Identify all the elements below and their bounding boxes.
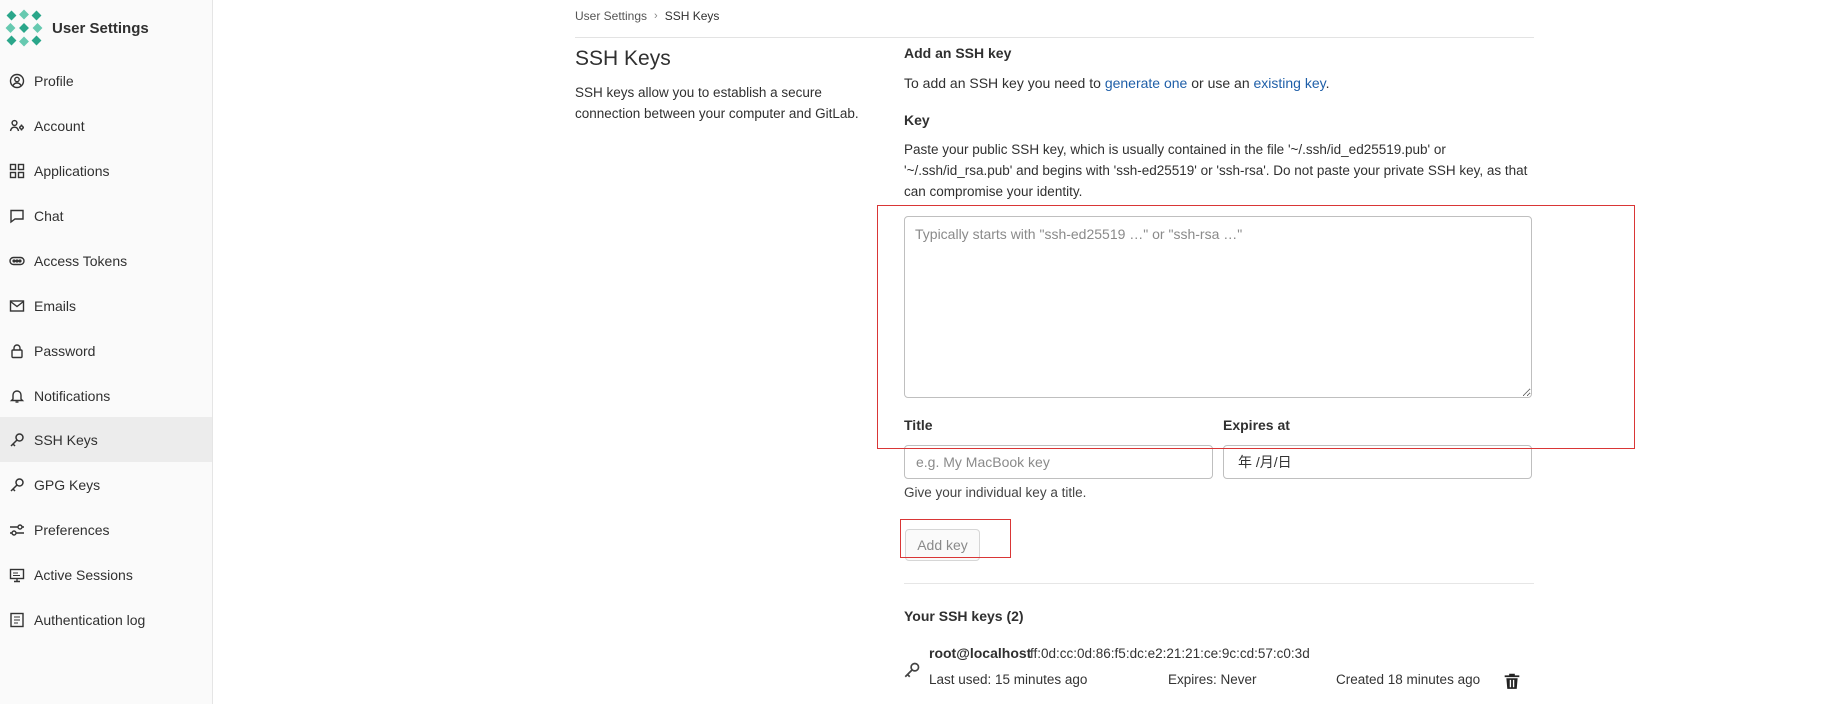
token-icon — [9, 253, 25, 269]
sidebar-item-label: Access Tokens — [34, 252, 128, 269]
chevron-right-icon: › — [654, 10, 658, 22]
sidebar-item-authentication-log[interactable]: Authentication log — [0, 597, 212, 642]
breadcrumb: User Settings › SSH Keys — [575, 6, 719, 26]
sidebar-item-chat[interactable]: Chat — [0, 193, 212, 238]
title-label: Title — [904, 417, 933, 433]
key-icon — [9, 432, 25, 448]
sidebar-item-label: Profile — [34, 72, 74, 89]
intro-text: To add an SSH key you need to — [904, 75, 1105, 91]
key-label: Key — [904, 112, 930, 128]
sidebar-item-applications[interactable]: Applications — [0, 148, 212, 193]
sidebar-item-label: Applications — [34, 162, 110, 179]
ssh-key-expires: Expires: Never — [1168, 672, 1257, 687]
chat-icon — [9, 208, 25, 224]
profile-icon — [9, 73, 25, 89]
page-title: SSH Keys — [575, 47, 671, 70]
lock-icon — [9, 343, 25, 359]
sidebar-item-gpg-keys[interactable]: GPG Keys — [0, 462, 212, 507]
key-icon — [9, 477, 25, 493]
sidebar-item-emails[interactable]: Emails — [0, 283, 212, 328]
sidebar: User Settings Profile Account Applicatio… — [0, 0, 213, 704]
generate-one-link[interactable]: generate one — [1105, 75, 1188, 91]
trash-icon[interactable] — [1503, 672, 1521, 690]
ssh-key-last-used: Last used: 15 minutes ago — [929, 672, 1088, 687]
account-icon — [9, 118, 25, 134]
sidebar-item-access-tokens[interactable]: Access Tokens — [0, 238, 212, 283]
bell-icon — [9, 388, 25, 404]
sidebar-item-preferences[interactable]: Preferences — [0, 507, 212, 552]
key-textarea[interactable] — [904, 216, 1532, 398]
title-input[interactable] — [904, 445, 1213, 479]
sidebar-item-account[interactable]: Account — [0, 103, 212, 148]
breadcrumb-user-settings[interactable]: User Settings — [575, 9, 647, 23]
expires-at-label: Expires at — [1223, 417, 1290, 433]
applications-icon — [9, 163, 25, 179]
divider — [904, 583, 1534, 584]
sidebar-item-active-sessions[interactable]: Active Sessions — [0, 552, 212, 597]
sidebar-item-label: Emails — [34, 297, 77, 314]
sidebar-item-label: Account — [34, 117, 85, 134]
intro-text: . — [1325, 75, 1330, 91]
sidebar-item-password[interactable]: Password — [0, 328, 212, 373]
logo-icon — [5, 9, 43, 47]
add-key-button[interactable]: Add key — [905, 529, 980, 561]
sidebar-item-label: Preferences — [34, 521, 110, 538]
sidebar-item-label: Active Sessions — [34, 566, 133, 583]
date-placeholder: 年 /月/日 — [1238, 454, 1292, 470]
expires-at-date-input[interactable]: 年 /月/日 — [1223, 445, 1532, 479]
your-ssh-keys-heading: Your SSH keys (2) — [904, 608, 1024, 624]
preferences-icon — [9, 522, 25, 538]
sidebar-item-notifications[interactable]: Notifications — [0, 373, 212, 418]
sidebar-item-label: SSH Keys — [34, 431, 98, 448]
title-hint: Give your individual key a title. — [904, 485, 1087, 500]
sidebar-title: User Settings — [52, 19, 149, 37]
monitor-icon — [9, 567, 25, 583]
add-ssh-key-heading: Add an SSH key — [904, 45, 1012, 61]
ssh-key-created: Created 18 minutes ago — [1336, 672, 1481, 687]
intro-text: or use an — [1187, 75, 1254, 91]
sidebar-item-label: GPG Keys — [34, 476, 101, 493]
divider — [575, 37, 1534, 38]
sidebar-item-label: Authentication log — [34, 611, 146, 628]
breadcrumb-current: SSH Keys — [664, 9, 720, 23]
sidebar-item-label: Chat — [34, 207, 64, 224]
ssh-key-fingerprint: ff:0d:cc:0d:86:f5:dc:e2:21:21:ce:9c:cd:5… — [1030, 646, 1310, 661]
add-key-intro: To add an SSH key you need to generate o… — [904, 75, 1330, 91]
sidebar-item-label: Password — [34, 342, 96, 359]
sidebar-item-label: Notifications — [34, 387, 111, 404]
mail-icon — [9, 298, 25, 314]
key-help-text: Paste your public SSH key, which is usua… — [904, 142, 1528, 199]
page-description: SSH keys allow you to establish a secure… — [575, 85, 859, 121]
sidebar-header[interactable]: User Settings — [4, 8, 149, 48]
ssh-key-title[interactable]: root@localhost — [929, 645, 1031, 661]
existing-key-link[interactable]: existing key — [1254, 75, 1326, 91]
sidebar-item-profile[interactable]: Profile — [0, 58, 212, 103]
key-icon — [904, 662, 920, 678]
log-icon — [9, 612, 25, 628]
sidebar-item-ssh-keys[interactable]: SSH Keys — [0, 417, 212, 462]
